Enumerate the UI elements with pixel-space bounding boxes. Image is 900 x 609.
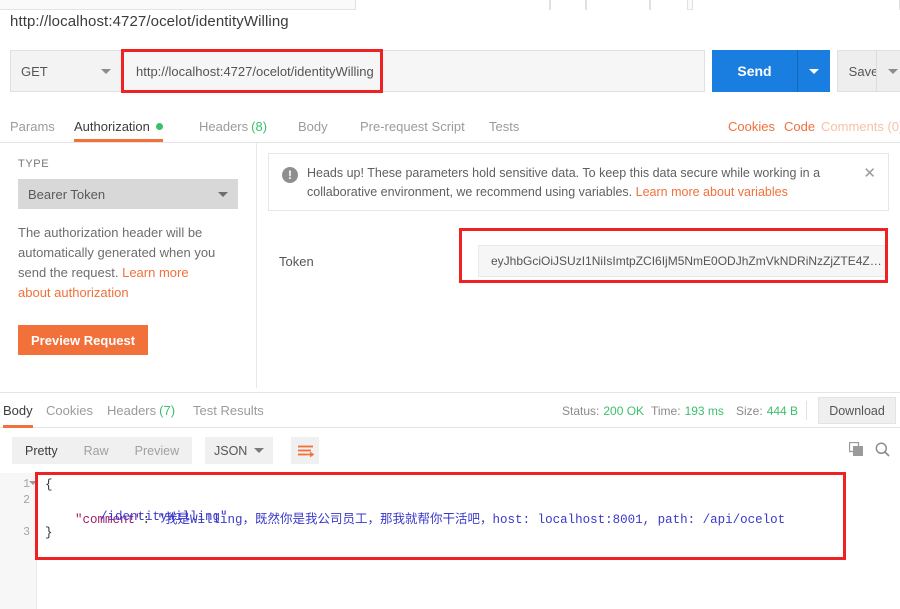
- status-label: Status:: [562, 403, 600, 418]
- tab-count: (7): [159, 403, 176, 418]
- view-mode-group: Pretty Raw Preview: [12, 437, 193, 464]
- save-options-button[interactable]: [876, 50, 900, 92]
- copy-icon: [848, 441, 863, 456]
- line-number: 2: [23, 494, 30, 507]
- time-label: Time:: [651, 403, 681, 418]
- tab-label: Cookies: [46, 403, 93, 418]
- send-options-button[interactable]: [797, 50, 830, 92]
- url-input[interactable]: http://localhost:4727/ocelot/identityWil…: [122, 50, 705, 92]
- auth-active-dot-icon: [155, 122, 163, 130]
- response-tab-body[interactable]: Body: [3, 393, 33, 428]
- token-input-value: eyJhbGciOiJSUzI1NiIsImtpZCI6IjM5NmE0ODJh…: [491, 254, 882, 268]
- token-input[interactable]: eyJhbGciOiJSUzI1NiIsImtpZCI6IjM5NmE0ODJh…: [478, 245, 888, 277]
- word-wrap-icon: [297, 445, 314, 457]
- search-icon: [875, 442, 890, 457]
- tab-label: Body: [298, 118, 328, 134]
- auth-description: The authorization header will be automat…: [18, 223, 224, 303]
- response-body-editor[interactable]: 1 2 3 { "comment": "我是Willing，既然你是我公司员工，…: [0, 473, 900, 609]
- preview-request-button[interactable]: Preview Request: [18, 325, 149, 355]
- tab-label: Authorization: [74, 118, 150, 134]
- tab-label: Params: [10, 118, 55, 134]
- chevron-down-icon: [218, 191, 228, 197]
- response-tab-cookies[interactable]: Cookies: [46, 393, 93, 428]
- view-mode-preview[interactable]: Preview: [122, 437, 192, 464]
- line-number: 3: [23, 526, 30, 539]
- line-number-gutter: 1 2 3: [0, 473, 37, 609]
- download-button[interactable]: Download: [818, 397, 896, 424]
- size-value: 444 B: [766, 403, 799, 418]
- json-value-part1: "我是Willing，既然你是我公司员工，那我就帮你干活吧，host: loca…: [157, 513, 786, 527]
- tab-label: Headers: [199, 118, 249, 134]
- authorization-panel: TYPE Bearer Token The authorization head…: [0, 143, 900, 388]
- line-number: 1: [23, 478, 30, 491]
- auth-detail-column: ! Heads up! These parameters hold sensit…: [257, 143, 900, 388]
- tab-body[interactable]: Body: [298, 110, 328, 142]
- tab-slot[interactable]: [550, 0, 586, 10]
- notice-text-wrapper: Heads up! These parameters hold sensitiv…: [307, 164, 847, 202]
- view-mode-pretty[interactable]: Pretty: [12, 437, 71, 464]
- tab-label: Body: [3, 403, 33, 418]
- time-meta: Time: 193 ms: [651, 393, 724, 428]
- request-tabs: Params Authorization Headers (8) Body Pr…: [0, 110, 900, 143]
- tab-headers[interactable]: Headers (8): [199, 110, 267, 142]
- chevron-down-icon: [809, 68, 819, 74]
- url-input-value: http://localhost:4727/ocelot/identityWil…: [136, 63, 374, 79]
- tab-tests[interactable]: Tests: [489, 110, 519, 142]
- learn-more-variables-link[interactable]: Learn more about variables: [636, 185, 788, 199]
- token-label: Token: [279, 254, 314, 269]
- response-tab-headers[interactable]: Headers (7): [107, 393, 175, 428]
- url-bar: GET http://localhost:4727/ocelot/identit…: [10, 50, 900, 92]
- send-button[interactable]: Send: [712, 50, 797, 92]
- view-mode-raw[interactable]: Raw: [71, 437, 122, 464]
- json-value-part2: /identityWilling": [100, 510, 228, 524]
- status-meta: Status: 200 OK: [562, 393, 644, 428]
- auth-type-select[interactable]: Bearer Token: [18, 179, 238, 209]
- token-row: Token eyJhbGciOiJSUzI1NiIsImtpZCI6IjM5Nm…: [268, 243, 898, 283]
- code-link[interactable]: Code: [784, 110, 815, 142]
- code-line-open-brace: {: [45, 478, 53, 492]
- tab-params[interactable]: Params: [10, 110, 55, 142]
- search-button[interactable]: [875, 442, 890, 460]
- size-meta: Size: 444 B: [736, 393, 798, 428]
- response-header: Body Cookies Headers (7) Test Results St…: [0, 392, 900, 428]
- tab-count: (8): [251, 118, 268, 134]
- sensitive-data-notice: ! Heads up! These parameters hold sensit…: [268, 153, 889, 211]
- cookies-link[interactable]: Cookies: [728, 110, 775, 142]
- tab-authorization[interactable]: Authorization: [74, 110, 163, 142]
- divider: [806, 401, 807, 420]
- time-value: 193 ms: [684, 403, 724, 418]
- warning-icon: !: [282, 167, 298, 183]
- word-wrap-toggle[interactable]: [291, 437, 319, 464]
- size-label: Size:: [736, 403, 763, 418]
- auth-type-value: Bearer Token: [28, 186, 106, 202]
- tab-slot[interactable]: [650, 0, 688, 10]
- copy-button[interactable]: [848, 441, 864, 460]
- browser-tab-strip: [0, 0, 900, 10]
- tab-label: Test Results: [193, 403, 264, 418]
- tab-slot[interactable]: [586, 0, 650, 10]
- http-method-value: GET: [21, 63, 48, 79]
- request-title: http://localhost:4727/ocelot/identityWil…: [10, 13, 289, 30]
- auth-type-column: TYPE Bearer Token The authorization head…: [0, 143, 257, 388]
- tab-label: Headers: [107, 403, 157, 418]
- tab-slot[interactable]: [355, 0, 550, 10]
- tab-label: Tests: [489, 118, 520, 134]
- chevron-down-icon: [254, 448, 264, 453]
- response-tab-test-results[interactable]: Test Results: [193, 393, 264, 428]
- close-icon[interactable]: ✕: [863, 166, 876, 181]
- response-format-select[interactable]: JSON: [205, 437, 273, 464]
- code-line-close-brace: }: [45, 526, 53, 540]
- http-method-select[interactable]: GET: [10, 50, 122, 92]
- auth-type-label: TYPE: [18, 158, 50, 170]
- tab-pre-request-script[interactable]: Pre-request Script: [360, 110, 465, 142]
- chevron-down-icon: [101, 68, 111, 74]
- response-toolbar: Pretty Raw Preview JSON: [0, 428, 900, 473]
- response-format-value: JSON: [214, 443, 248, 458]
- tab-slot[interactable]: [692, 0, 900, 10]
- tab-label: Pre-request Script: [360, 118, 465, 134]
- comments-link[interactable]: Comments (0): [821, 110, 900, 142]
- status-value: 200 OK: [603, 403, 645, 418]
- chevron-down-icon: [888, 68, 898, 74]
- fold-arrow-icon[interactable]: [29, 481, 37, 485]
